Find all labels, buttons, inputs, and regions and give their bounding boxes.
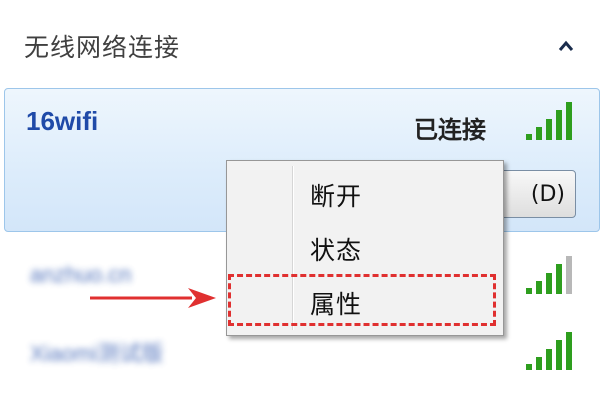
collapse-button[interactable] [552,32,580,60]
disconnect-button[interactable]: (D) [494,170,576,218]
section-title: 无线网络连接 [24,33,181,62]
signal-strength-icon [524,330,580,372]
menu-item-label: 断开 [310,182,363,211]
menu-item-status[interactable]: 状态 [230,224,500,270]
disconnect-button-label: (D) [530,181,565,207]
menu-item-label: 属性 [310,290,363,319]
red-arrow-icon [90,288,216,308]
chevron-up-icon [558,40,574,51]
signal-strength-icon [524,100,580,142]
menu-item-properties[interactable]: 属性 [230,278,500,324]
signal-strength-icon [524,254,580,296]
network-ssid: 16wifi [26,106,99,136]
connection-status: 已连接 [414,116,486,144]
menu-item-label: 状态 [310,236,363,265]
network-list-item[interactable]: Xiaomi测试版 [30,336,163,368]
menu-item-disconnect[interactable]: 断开 [230,170,500,216]
section-header: 无线网络连接 [0,0,610,80]
